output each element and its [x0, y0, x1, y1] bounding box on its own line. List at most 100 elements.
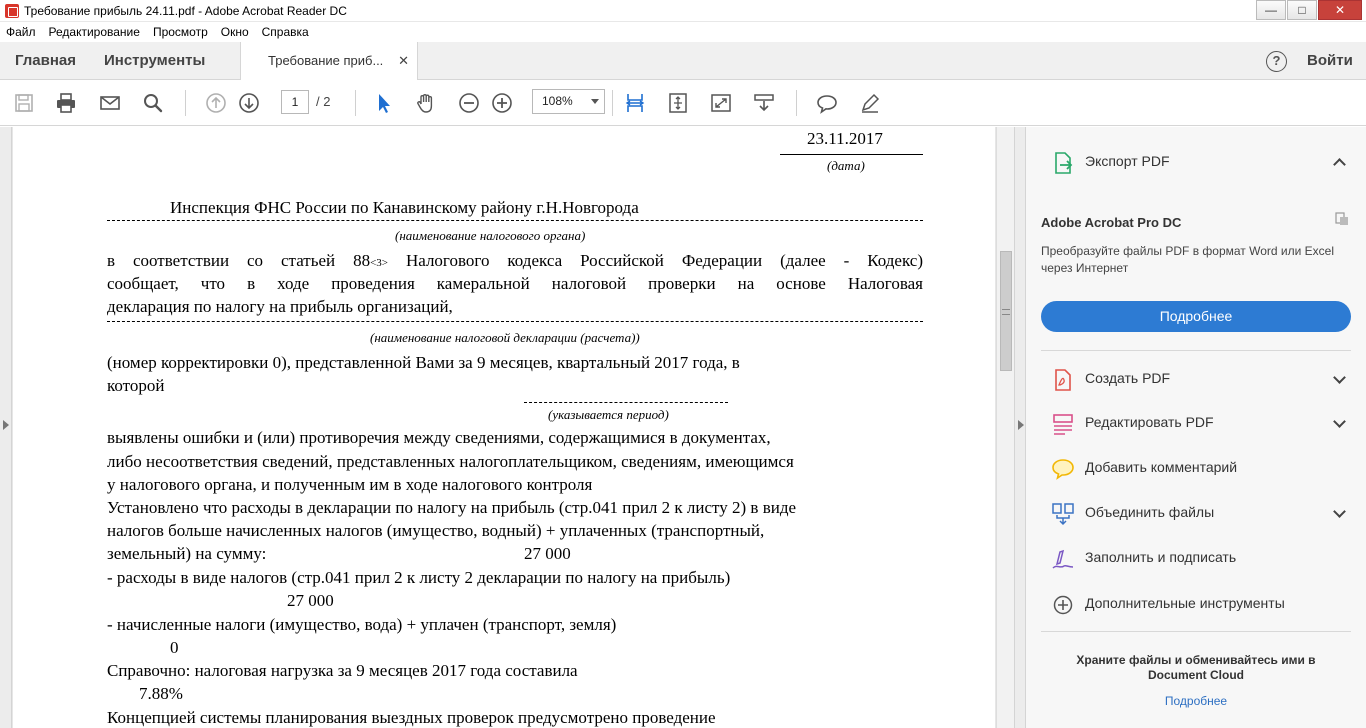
edit-pdf-icon [1053, 414, 1073, 435]
tools-panel: Экспорт PDF Adobe Acrobat Pro DC Преобра… [1026, 127, 1366, 728]
full-screen-icon[interactable] [709, 91, 733, 115]
doc-para4-line1: Установлено что расходы в декларации по … [107, 498, 797, 517]
doc-date: 23.11.2017 [807, 129, 883, 148]
tab-home[interactable]: Главная [15, 42, 76, 80]
highlight-pen-icon[interactable] [858, 91, 882, 115]
menu-bar: Файл Редактирование Просмотр Окно Справк… [0, 22, 1366, 42]
menu-edit[interactable]: Редактирование [49, 25, 140, 39]
email-icon[interactable] [98, 91, 122, 115]
minimize-button[interactable]: — [1256, 0, 1286, 20]
chevron-down-icon[interactable] [1333, 415, 1346, 428]
panel-export-pdf[interactable]: Экспорт PDF [1026, 142, 1366, 182]
print-icon[interactable] [54, 91, 78, 115]
panel-create-pdf[interactable]: Создать PDF [1026, 359, 1366, 399]
chevron-up-icon[interactable] [1333, 158, 1346, 171]
save-icon[interactable] [12, 91, 36, 115]
panel-edit-pdf[interactable]: Редактировать PDF [1026, 403, 1366, 443]
add-comment-label: Добавить комментарий [1085, 459, 1238, 475]
hand-icon[interactable] [414, 91, 438, 115]
window-controls: — □ ✕ [1255, 0, 1362, 20]
tab-document[interactable]: Требование приб... ✕ [240, 42, 418, 81]
doc-para3-line1: выявлены ошибки и (или) противоречия меж… [107, 428, 771, 447]
menu-help[interactable]: Справка [262, 25, 309, 39]
doc-para8: Концепцией системы планирования выездных… [107, 708, 716, 727]
page-number-input[interactable]: 1 [281, 90, 309, 114]
page-total: / 2 [316, 94, 331, 109]
close-tab-icon[interactable]: ✕ [398, 42, 409, 80]
doc-amount-1: 27 000 [524, 544, 571, 563]
scroll-grip-icon [1002, 309, 1010, 315]
zoom-value: 108% [542, 94, 573, 108]
cloud-learn-more-link[interactable]: Подробнее [1026, 694, 1366, 708]
tab-tools[interactable]: Инструменты [104, 42, 205, 80]
fit-width-icon[interactable] [623, 91, 647, 115]
learn-more-button[interactable]: Подробнее [1041, 301, 1351, 332]
menu-file[interactable]: Файл [6, 25, 36, 39]
vertical-scrollbar[interactable] [996, 127, 1014, 728]
document-viewer[interactable]: 23.11.2017 (дата) Инспекция ФНС России п… [0, 127, 1014, 728]
doc-amount-4: 7.88% [139, 684, 183, 703]
panel-fill-sign[interactable]: Заполнить и подписать [1026, 538, 1366, 578]
menu-window[interactable]: Окно [221, 25, 249, 39]
doc-para1-line3: декларация по налогу на прибыль организа… [107, 297, 453, 316]
pdf-page: 23.11.2017 (дата) Инспекция ФНС России п… [13, 127, 995, 728]
doc-amount-3: 0 [170, 638, 179, 657]
doc-para1-line1: в соответствии со статьей 88<3> Налогово… [107, 251, 923, 270]
zoom-select[interactable]: 108% [532, 89, 605, 114]
collapse-arrow-icon [1018, 420, 1024, 430]
fill-sign-label: Заполнить и подписать [1085, 549, 1237, 565]
doc-authority-caption: (наименование налогового органа) [395, 228, 586, 243]
more-tools-label: Дополнительные инструменты [1085, 595, 1285, 611]
zoom-in-icon[interactable] [490, 91, 514, 115]
export-pdf-icon [1055, 152, 1073, 174]
promo-description: Преобразуйте файлы PDF в формат Word или… [1041, 244, 1335, 275]
zoom-out-icon[interactable] [457, 91, 481, 115]
menu-view[interactable]: Просмотр [153, 25, 208, 39]
doc-para3-line3: у налогового органа, и полученным им в х… [107, 475, 593, 494]
left-pane-toggle[interactable] [0, 127, 12, 728]
maximize-button[interactable]: □ [1287, 0, 1317, 20]
document-copy-icon [1335, 212, 1348, 225]
doc-period-caption: (указывается период) [548, 407, 669, 422]
help-icon[interactable]: ? [1266, 51, 1287, 72]
create-pdf-label: Создать PDF [1085, 370, 1171, 386]
fit-page-icon[interactable] [666, 91, 690, 115]
more-tools-icon [1053, 595, 1073, 615]
chevron-down-icon[interactable] [1333, 371, 1346, 384]
select-cursor-icon[interactable] [372, 91, 396, 115]
chevron-down-icon [591, 99, 599, 104]
panel-add-comment[interactable]: Добавить комментарий [1026, 448, 1366, 488]
expand-arrow-icon [3, 420, 9, 430]
window-title: Требование прибыль 24.11.pdf - Adobe Acr… [24, 3, 347, 18]
doc-para1-line2: сообщает, что в ходе проведения камераль… [107, 274, 923, 293]
title-bar: Требование прибыль 24.11.pdf - Adobe Acr… [0, 0, 1366, 22]
doc-para7: Справочно: налоговая нагрузка за 9 месяц… [107, 661, 578, 680]
doc-para4-line3: земельный) на сумму: [107, 544, 267, 563]
chevron-down-icon[interactable] [1333, 505, 1346, 518]
search-icon[interactable] [141, 91, 165, 115]
combine-files-icon [1052, 503, 1074, 526]
signin-button[interactable]: Войти [1307, 42, 1353, 80]
read-mode-icon[interactable] [752, 91, 776, 115]
fill-sign-icon [1052, 549, 1074, 569]
promo-title: Adobe Acrobat Pro DC [1041, 215, 1182, 230]
cloud-promo-text: Храните файлы и обменивайтесь ими в Docu… [1076, 653, 1316, 682]
acrobat-app-icon [5, 3, 19, 18]
doc-para2-line2: которой [107, 376, 165, 395]
page-up-icon[interactable] [204, 91, 228, 115]
create-pdf-icon [1055, 369, 1071, 391]
panel-more-tools[interactable]: Дополнительные инструменты [1026, 584, 1366, 624]
export-pdf-label: Экспорт PDF [1085, 153, 1170, 169]
right-pane-toggle[interactable] [1014, 127, 1026, 728]
close-window-button[interactable]: ✕ [1318, 0, 1362, 20]
page-down-icon[interactable] [237, 91, 261, 115]
panel-combine-files[interactable]: Объединить файлы [1026, 493, 1366, 533]
doc-para3-line2: либо несоответствия сведений, представле… [107, 452, 794, 471]
doc-para4-line2: налогов больше начисленных налогов (имущ… [107, 521, 765, 540]
comment-icon [1052, 459, 1074, 480]
doc-para5: - расходы в виде налогов (стр.041 прил 2… [107, 568, 731, 587]
doc-para2-line1: (номер корректировки 0), представленной … [107, 353, 740, 372]
document-tab-label: Требование приб... [268, 53, 384, 68]
edit-pdf-label: Редактировать PDF [1085, 414, 1214, 430]
comment-icon[interactable] [815, 91, 839, 115]
